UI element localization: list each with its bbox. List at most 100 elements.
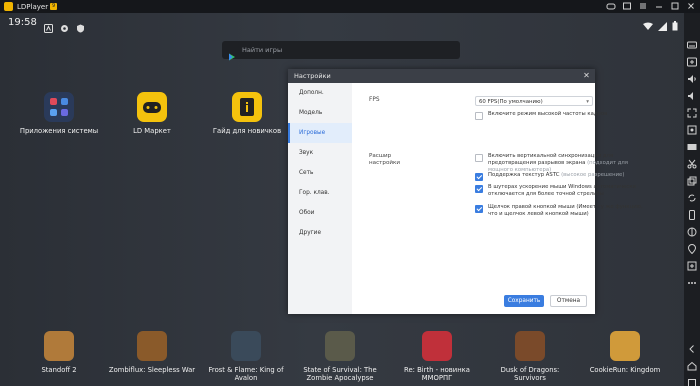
app-standoff-2[interactable]: Standoff 2 xyxy=(14,331,104,374)
astc-label: Поддержка текстур ASTC (высокое разрешен… xyxy=(488,172,653,179)
vsync-option[interactable]: Включить вертикальной синхронизации для … xyxy=(475,153,653,174)
notification-a-icon xyxy=(43,18,53,33)
home-icon[interactable] xyxy=(687,356,697,371)
app-label: Dusk of Dragons: Survivors xyxy=(500,366,560,382)
app-label: CookieRun: Kingdom xyxy=(589,366,661,374)
screenshot-icon[interactable] xyxy=(687,120,697,135)
mouse-accel-option[interactable]: В шутерах ускорение мыши Windows автомат… xyxy=(475,184,653,198)
tab-advanced[interactable]: Дополн. xyxy=(288,83,352,103)
tab-game[interactable]: Игровые xyxy=(288,123,352,143)
apk-install-icon[interactable] xyxy=(687,256,697,271)
vsync-label: Включить вертикальной синхронизации для … xyxy=(488,153,653,174)
app-rebirth[interactable]: Re: Birth - новинка ММОРПГ xyxy=(392,331,482,382)
status-bar: 19:58 xyxy=(0,13,684,33)
tab-network[interactable]: Сеть xyxy=(288,163,352,183)
app-dusk-of-dragons[interactable]: Dusk of Dragons: Survivors xyxy=(485,331,575,382)
multi-instance-icon[interactable] xyxy=(687,171,697,186)
app-cookierun-kingdom[interactable]: CookieRun: Kingdom xyxy=(580,331,670,374)
rotate-icon[interactable] xyxy=(687,205,697,220)
right-click-option[interactable]: Щелчок правой кнопкой мыши (Имеет ту же … xyxy=(475,204,653,218)
settings-gear-icon xyxy=(60,18,69,32)
clock: 19:58 xyxy=(8,16,37,28)
search-bar[interactable]: Найти игры xyxy=(222,41,460,61)
tab-hotkeys[interactable]: Гор. клав. xyxy=(288,183,352,203)
app-label: Standoff 2 xyxy=(41,366,77,374)
cookierun-kingdom-icon xyxy=(610,331,640,361)
zombiflux-icon xyxy=(137,331,167,361)
menu-icon[interactable] xyxy=(638,1,648,11)
chevron-down-icon: ▾ xyxy=(586,99,589,105)
frost-flame-icon xyxy=(231,331,261,361)
scissors-icon[interactable] xyxy=(687,154,697,169)
app-zombiflux[interactable]: Zombiflux: Sleepless War xyxy=(107,331,197,374)
more-icon[interactable] xyxy=(687,273,697,284)
high-fps-checkbox[interactable] xyxy=(475,112,483,120)
app-label: Гайд для новичков xyxy=(212,127,282,135)
high-fps-option[interactable]: Включите режим высокой частоты кадров xyxy=(475,111,653,120)
tab-wallpaper[interactable]: Обои xyxy=(288,203,352,223)
ld-market-icon xyxy=(137,92,167,122)
tab-sound[interactable]: Звук xyxy=(288,143,352,163)
app-system-apps[interactable]: Приложения системы xyxy=(14,92,104,135)
sync-icon[interactable] xyxy=(687,188,697,202)
app-label: Zombiflux: Sleepless War xyxy=(108,366,196,374)
keyboard-icon[interactable] xyxy=(687,35,697,49)
cancel-button[interactable]: Отмена xyxy=(550,295,587,307)
dusk-of-dragons-icon xyxy=(515,331,545,361)
gamepad-settings-icon[interactable] xyxy=(687,52,697,67)
recent-apps-icon[interactable] xyxy=(687,373,697,386)
battery-icon xyxy=(672,16,678,35)
volume-down-icon[interactable] xyxy=(687,86,697,100)
mouse-accel-checkbox[interactable] xyxy=(475,185,483,193)
play-store-icon xyxy=(228,46,236,61)
status-right xyxy=(643,16,678,35)
right-toolbar xyxy=(684,13,700,386)
app-ld-market[interactable]: LD Маркет xyxy=(107,92,197,135)
app-beginner-guide[interactable]: Гайд для новичков xyxy=(202,92,292,135)
app-label: Re: Birth - новинка ММОРПГ xyxy=(404,366,470,382)
fps-select[interactable]: 60 FPS(По умолчанию) ▾ xyxy=(475,96,593,106)
astc-hint: (высокое разрешение) xyxy=(561,172,625,178)
right-click-label: Щелчок правой кнопкой мыши (Имеет ту же … xyxy=(488,204,643,217)
search-placeholder: Найти игры xyxy=(242,46,283,54)
astc-option[interactable]: Поддержка текстур ASTC (высокое разрешен… xyxy=(475,172,653,181)
dialog-title: Настройки xyxy=(294,72,331,80)
app-name: LDPlayer xyxy=(17,2,49,11)
save-button[interactable]: Сохранить xyxy=(504,295,544,307)
tab-model[interactable]: Модель xyxy=(288,103,352,123)
record-icon[interactable] xyxy=(687,137,697,150)
back-icon[interactable] xyxy=(687,339,697,353)
title-bar: LDPlayer 9 xyxy=(0,0,700,13)
app-label: LD Маркет xyxy=(133,127,171,135)
shake-icon[interactable] xyxy=(687,222,697,237)
gamepad-icon[interactable] xyxy=(606,1,616,11)
fullscreen-icon[interactable] xyxy=(687,103,697,118)
vsync-checkbox[interactable] xyxy=(475,154,483,162)
shield-icon xyxy=(76,18,85,32)
rebirth-icon xyxy=(422,331,452,361)
window-icon[interactable] xyxy=(622,1,632,11)
location-icon[interactable] xyxy=(687,239,697,255)
settings-dialog: Настройки ✕ Дополн. Модель Игровые Звук … xyxy=(288,69,643,314)
close-icon[interactable]: ✕ xyxy=(582,71,591,80)
minimize-icon[interactable] xyxy=(654,1,664,11)
app-state-of-survival[interactable]: State of Survival: The Zombie Apocalypse xyxy=(295,331,385,382)
app-label: Приложения системы xyxy=(19,127,99,135)
tab-other[interactable]: Другие xyxy=(288,223,352,243)
right-click-checkbox[interactable] xyxy=(475,205,483,213)
wifi-icon xyxy=(643,16,653,35)
app-frost-flame[interactable]: Frost & Flame: King of Avalon xyxy=(201,331,291,382)
maximize-icon[interactable] xyxy=(670,1,680,11)
title-bar-buttons xyxy=(606,1,696,11)
mouse-accel-label: В шутерах ускорение мыши Windows автомат… xyxy=(488,184,636,197)
astc-checkbox[interactable] xyxy=(475,173,483,181)
signal-icon xyxy=(658,16,667,35)
guide-book-icon xyxy=(232,92,262,122)
dialog-header: Настройки ✕ xyxy=(288,69,595,83)
close-icon[interactable] xyxy=(686,1,696,11)
settings-sidebar: Дополн. Модель Игровые Звук Сеть Гор. кл… xyxy=(288,83,352,314)
state-of-survival-icon xyxy=(325,331,355,361)
high-fps-label: Включите режим высокой частоты кадров xyxy=(488,111,608,117)
ldplayer-logo-icon xyxy=(4,2,13,11)
volume-up-icon[interactable] xyxy=(687,69,697,83)
